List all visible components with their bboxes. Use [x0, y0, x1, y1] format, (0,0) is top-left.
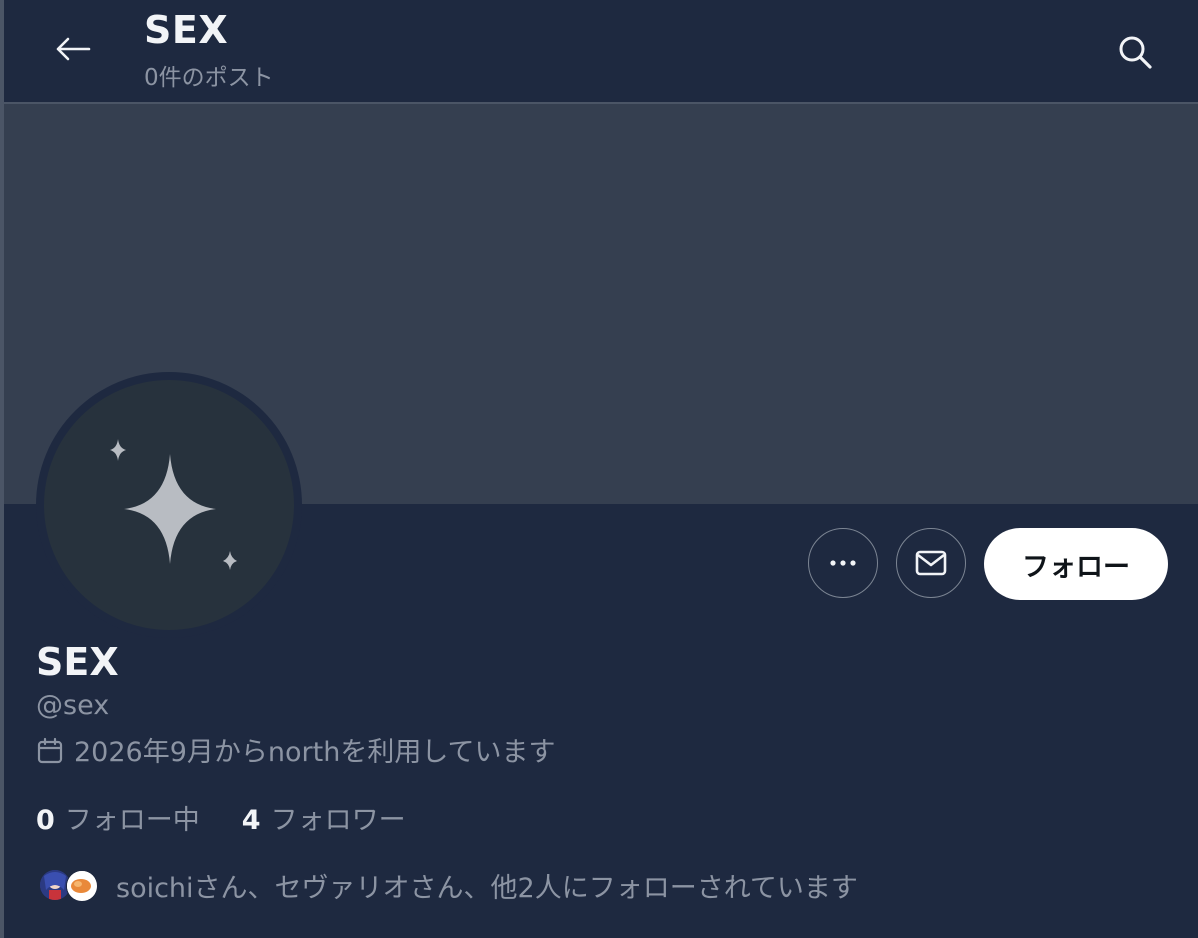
calendar-icon	[37, 737, 63, 763]
join-date: 2026年9月からnorthを利用しています	[36, 730, 556, 769]
more-button[interactable]	[808, 528, 878, 598]
join-date-text: 2026年9月からnorthを利用しています	[74, 737, 556, 768]
back-button[interactable]	[48, 26, 98, 72]
follow-stats: 0 フォロー中 4 フォロワー	[36, 798, 448, 837]
avatar[interactable]	[44, 380, 294, 630]
search-icon	[1119, 36, 1152, 69]
follow-button[interactable]: フォロー	[984, 528, 1168, 600]
followed-by-text: soichiさん、セヴァリオさん、他2人にフォローされています	[116, 873, 858, 904]
followers-count: 4	[241, 805, 261, 836]
search-button[interactable]	[1112, 30, 1158, 74]
post-count: 0件のポスト	[144, 65, 274, 91]
more-icon	[830, 560, 856, 566]
sparkle-icon	[110, 439, 237, 570]
followers-link[interactable]: 4 フォロワー	[242, 798, 406, 837]
follower-avatars	[36, 868, 102, 904]
avatar-frame	[36, 372, 302, 638]
follower-avatar	[66, 869, 98, 902]
display-name: SEX	[36, 640, 119, 684]
followed-by-link[interactable]: soichiさん、セヴァリオさん、他2人にフォローされています	[36, 866, 858, 905]
profile-page: SEX 0件のポスト フォロー SEX @sex 2026年9月からnorthを…	[0, 0, 1198, 938]
following-label: フォロー中	[64, 805, 200, 836]
handle: @sex	[36, 690, 110, 721]
back-arrow-icon	[56, 37, 91, 61]
page-title: SEX	[144, 8, 229, 52]
following-count: 0	[36, 805, 55, 836]
followers-label: フォロワー	[270, 805, 406, 836]
mail-icon	[915, 550, 947, 576]
message-button[interactable]	[896, 528, 966, 598]
following-link[interactable]: 0 フォロー中	[36, 798, 200, 837]
top-bar: SEX 0件のポスト	[4, 0, 1198, 104]
